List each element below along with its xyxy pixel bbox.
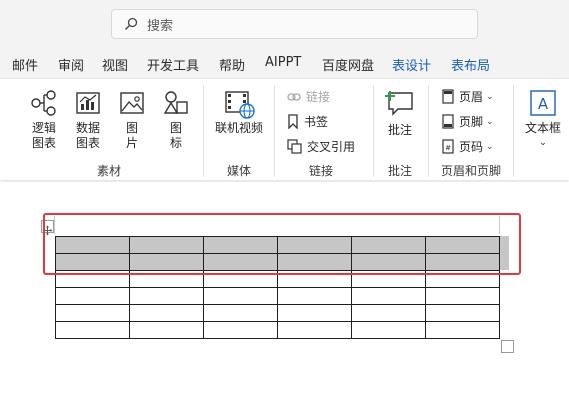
ribbon-separator [274,85,275,177]
shapes-label-2: 标 [169,136,182,150]
textbox-icon: A [530,90,556,116]
table-cell[interactable] [203,304,278,322]
data-chart-label-2: 图表 [75,136,100,150]
table-cell[interactable] [351,287,426,305]
table-cell[interactable] [425,287,500,305]
table-row[interactable] [55,304,500,322]
tab-mail[interactable]: 邮件 [12,55,38,74]
table-row[interactable] [55,287,500,305]
chevron-down-icon: ⌄ [486,141,494,152]
logic-chart-label-1: 逻辑 [31,121,56,135]
picture-button[interactable]: 图 片 [114,89,150,151]
table-cell[interactable] [129,287,204,305]
logic-chart-button[interactable]: 逻辑 图表 [26,89,62,151]
footer-button[interactable]: 页脚 ⌄ [442,113,494,130]
header-button[interactable]: 页眉 ⌄ [442,88,494,105]
chevron-down-icon: ⌄ [486,116,494,127]
table-cell[interactable] [55,304,130,322]
textbox-label: 文本框 [524,121,561,135]
tab-review[interactable]: 审阅 [58,55,84,74]
table-cell[interactable] [351,304,426,322]
tab-view[interactable]: 视图 [102,55,128,74]
comment-label: 批注 [387,123,412,137]
footer-icon [442,114,454,129]
group-label-materials: 素材 [97,164,122,178]
tab-table-layout[interactable]: 表布局 [451,55,490,74]
table-cell[interactable] [425,304,500,322]
cross-reference-label: 交叉引用 [307,140,356,154]
tab-aippt[interactable]: AIPPT [265,55,301,70]
shapes-button[interactable]: 图 标 [158,89,194,151]
table-cell[interactable] [203,321,278,339]
table-cell[interactable] [277,321,352,339]
search-placeholder: 搜索 [147,18,174,34]
data-chart-icon [76,92,100,114]
svg-text:#: # [445,144,451,152]
logic-chart-label-2: 图表 [31,136,56,150]
table-cell[interactable] [277,304,352,322]
chevron-down-icon: ⌄ [539,138,547,148]
bookmark-button[interactable]: 书签 [287,113,328,130]
search-icon [125,17,138,30]
data-chart-button[interactable]: 数据 图表 [70,89,106,151]
online-video-icon [225,91,255,119]
link-button[interactable]: 链接 [287,88,330,105]
ribbon-separator [513,85,514,177]
group-label-media: 媒体 [227,164,252,178]
title-bar: 搜索 [0,0,569,48]
table-cell[interactable] [277,287,352,305]
table-cell[interactable] [55,321,130,339]
bookmark-icon [288,114,298,129]
textbox-button[interactable]: A 文本框 ⌄ [522,89,564,151]
ribbon-tabs: 邮件 审阅 视图 开发工具 帮助 AIPPT 百度网盘 表设计 表布局 [0,48,569,78]
header-label: 页眉 [459,90,484,104]
online-video-button[interactable]: 联机视频 [211,89,267,136]
tab-help[interactable]: 帮助 [219,55,245,74]
document-page [0,182,569,409]
ribbon-separator [373,85,374,177]
online-video-label: 联机视频 [214,121,263,135]
table-cell[interactable] [55,287,130,305]
link-icon [287,92,301,101]
page-number-label: 页码 [459,140,484,154]
tab-developer[interactable]: 开发工具 [147,55,199,74]
search-input[interactable]: 搜索 [111,9,478,39]
cross-reference-icon [287,139,302,154]
group-label-comments: 批注 [388,164,413,178]
bookmark-label: 书签 [304,115,329,129]
table-cell[interactable] [129,321,204,339]
tab-baidu-netdisk[interactable]: 百度网盘 [322,55,374,74]
table-resize-handle[interactable] [501,340,514,353]
comment-button[interactable]: 批注 [381,89,419,138]
footer-label: 页脚 [459,115,484,129]
group-label-links: 链接 [309,164,334,178]
selection-highlight-box [43,213,521,275]
tab-table-design[interactable]: 表设计 [392,55,431,74]
picture-label-2: 片 [125,136,138,150]
ribbon-separator [428,85,429,177]
comment-icon [385,91,413,116]
link-label: 链接 [306,90,331,104]
picture-icon [120,92,144,114]
shapes-label-1: 图 [169,121,182,135]
svg-text:A: A [538,95,549,113]
table-cell[interactable] [203,287,278,305]
page-number-button[interactable]: # 页码 ⌄ [442,138,494,155]
table-row[interactable] [55,321,500,339]
table-cell[interactable] [129,304,204,322]
ribbon: 逻辑 图表 数据 图表 图 片 图 标 素材 联机视频 媒体 链接 书签 交叉引… [0,78,569,180]
logic-chart-icon [31,90,56,116]
cross-reference-button[interactable]: 交叉引用 [287,138,355,155]
shapes-icon [163,91,188,114]
table-cell[interactable] [351,321,426,339]
chevron-down-icon: ⌄ [486,91,494,102]
header-icon [442,89,454,104]
data-chart-label-1: 数据 [75,121,100,135]
page-number-icon: # [442,139,454,154]
ribbon-separator [203,85,204,177]
group-label-header-footer: 页眉和页脚 [441,164,502,178]
table-cell[interactable] [425,321,500,339]
picture-label-1: 图 [125,121,138,135]
